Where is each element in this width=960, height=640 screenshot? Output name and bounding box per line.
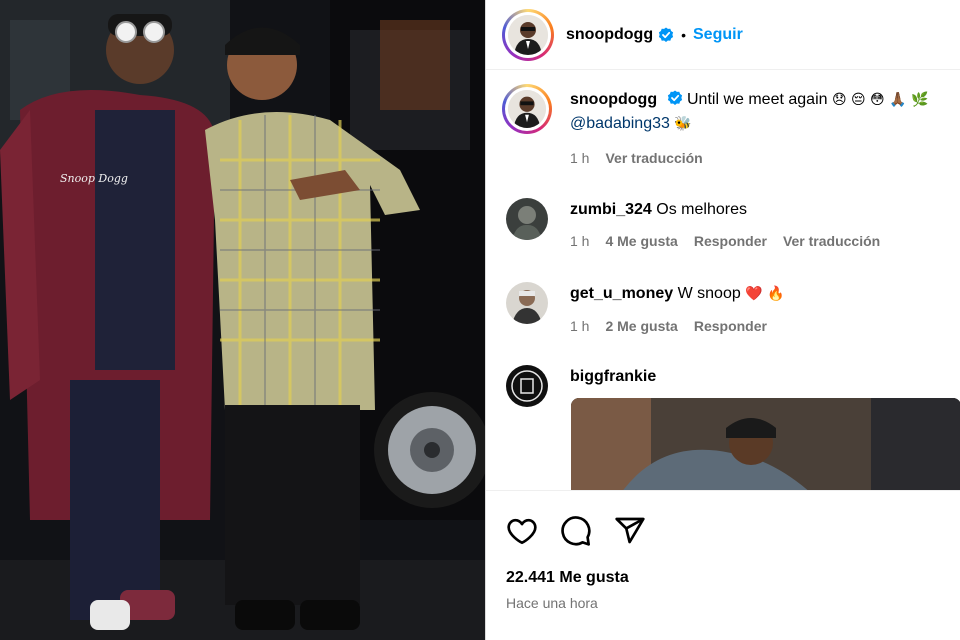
caption-emojis: 😞 😔 😳 🙏🏾 🌿: [831, 92, 929, 108]
comment-text: W snoop: [677, 285, 741, 302]
heart-icon[interactable]: [506, 515, 538, 547]
reply-button[interactable]: Responder: [694, 230, 767, 253]
commenter-avatar[interactable]: [506, 365, 548, 407]
caption-translate-link[interactable]: Ver traducción: [605, 147, 702, 170]
comment-icon[interactable]: [560, 515, 592, 547]
caption-time[interactable]: 1 h: [570, 147, 589, 170]
author-avatar[interactable]: [502, 8, 554, 61]
verified-badge-icon: [658, 27, 674, 43]
translate-link[interactable]: Ver traducción: [783, 230, 880, 253]
post-header: snoopdogg • Seguir: [486, 0, 960, 70]
commenter-avatar[interactable]: [506, 282, 548, 324]
comment-emojis: ❤️ 🔥: [745, 286, 785, 302]
post-actions: 22.441 Me gusta Hace una hora: [486, 490, 960, 640]
reply-button[interactable]: Responder: [694, 315, 767, 338]
post-panel: snoopdogg • Seguir snoopdogg Until we me…: [485, 0, 960, 640]
post-time[interactable]: Hace una hora: [506, 595, 598, 611]
comment-username[interactable]: get_u_money: [570, 285, 673, 302]
author-username[interactable]: snoopdogg: [566, 26, 653, 44]
comment-time[interactable]: 1 h: [570, 230, 589, 253]
caption-mention[interactable]: @badabing33: [570, 115, 670, 132]
caption-mention-emoji: 🐝: [674, 116, 692, 132]
likes-count[interactable]: 22.441 Me gusta: [506, 569, 629, 587]
comment-time[interactable]: 1 h: [570, 315, 589, 338]
svg-text:Snoop Dogg: Snoop Dogg: [60, 172, 128, 185]
comments-section[interactable]: snoopdogg Until we meet again 😞 😔 😳 🙏🏾 🌿…: [486, 70, 960, 490]
caption-username[interactable]: snoopdogg: [570, 91, 657, 108]
comment-item: zumbi_324 Os melhores 1 h 4 Me gusta Res…: [506, 198, 946, 253]
comment-username[interactable]: zumbi_324: [570, 201, 652, 218]
comment-gif[interactable]: [571, 398, 960, 490]
comment-username[interactable]: biggfrankie: [570, 368, 656, 385]
commenter-avatar[interactable]: [506, 198, 548, 240]
caption: snoopdogg Until we meet again 😞 😔 😳 🙏🏾 🌿…: [502, 84, 946, 170]
follow-button[interactable]: Seguir: [693, 26, 743, 44]
comment-likes[interactable]: 4 Me gusta: [605, 230, 677, 253]
comment-text: Os melhores: [656, 201, 747, 218]
share-icon[interactable]: [614, 515, 646, 547]
comment-item: get_u_money W snoop ❤️ 🔥 1 h 2 Me gusta …: [506, 282, 946, 338]
caption-text: Until we meet again: [687, 91, 828, 108]
verified-badge-icon: [667, 90, 683, 106]
header-separator: •: [681, 26, 686, 43]
caption-avatar[interactable]: [502, 84, 552, 134]
post-photo[interactable]: Snoop Dogg: [0, 0, 485, 640]
comment-likes[interactable]: 2 Me gusta: [605, 315, 677, 338]
